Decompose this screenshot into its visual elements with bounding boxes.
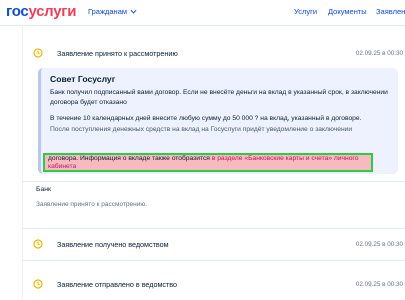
status-row: Заявление принято к рассмотрению 02.09.2… (33, 45, 403, 61)
gosuslugi-logo[interactable]: госуслуги (6, 4, 76, 20)
highlighted-text-link: кабинета (48, 163, 77, 171)
chevron-down-icon (130, 9, 137, 14)
highlighted-notice: договора. Информация о вкладе также отоб… (43, 153, 373, 172)
highlighted-text-link: в разделе «Банковские карты и счета» лич… (209, 155, 359, 162)
status-time: 02.09.25 в 00:30 (355, 240, 403, 248)
logo-gos-text: гос (6, 3, 29, 20)
status-text: Заявление отправлено в ведомство (57, 279, 178, 289)
nav-link-applications[interactable]: Заявлен (376, 7, 405, 16)
status-row: Заявление отправлено в ведомство 02.09.2… (33, 276, 403, 292)
logo-uslugi-text: услуги (28, 3, 77, 20)
status-time: 02.09.25 в 00:30 (355, 49, 403, 57)
bank-label: Банк (36, 186, 51, 193)
top-header: госуслуги Гражданам Услуги Документы Зая… (0, 0, 405, 26)
advice-title: Совет Госуслуг (50, 74, 116, 84)
highlighted-text-dark: договора. Информация о вкладе также отоб… (48, 155, 210, 162)
status-text: Заявление принято к рассмотрению (57, 48, 178, 58)
divider (22, 181, 405, 182)
clock-icon (33, 48, 43, 58)
nav-link-documents[interactable]: Документы (328, 7, 367, 16)
audience-label: Гражданам (88, 7, 128, 16)
status-time: 02.09.25 в 00:30 (355, 280, 403, 288)
audience-dropdown[interactable]: Гражданам (88, 7, 137, 16)
bank-status-text: Заявление принято к рассмотрению. (36, 201, 148, 208)
advice-paragraph: В течение 10 календарных дней внесите лю… (50, 115, 362, 122)
status-text: Заявление получено ведомством (57, 239, 169, 249)
clock-icon (33, 279, 43, 289)
divider (22, 228, 405, 229)
divider (22, 260, 405, 261)
advice-paragraph: После поступления денежных средств на вк… (50, 126, 353, 133)
advice-paragraph: Банк получил подписанный вами договор. Е… (50, 89, 388, 106)
clock-icon (33, 239, 43, 249)
nav-link-services[interactable]: Услуги (294, 7, 317, 16)
status-row: Заявление получено ведомством 02.09.25 в… (33, 236, 403, 252)
highlighted-text: договора. Информация о вкладе также отоб… (48, 155, 374, 172)
